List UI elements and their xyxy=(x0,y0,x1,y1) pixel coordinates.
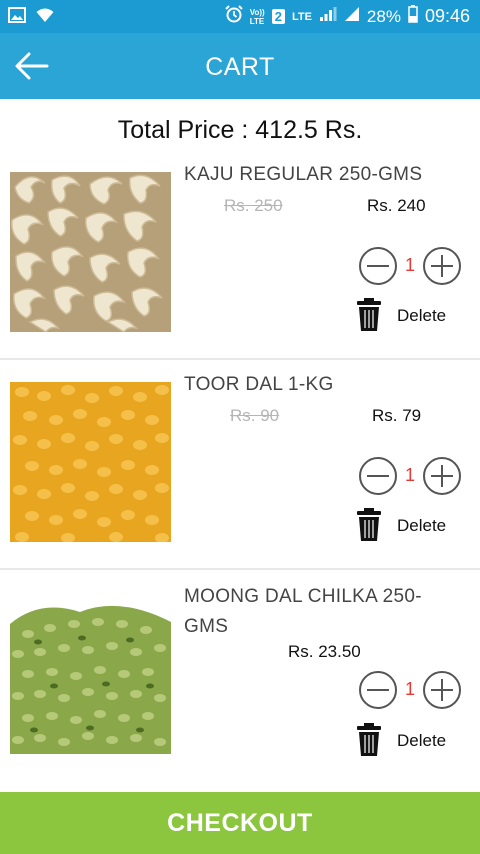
decrease-quantity-button[interactable] xyxy=(358,246,398,286)
product-mrp: Rs. 250 xyxy=(224,196,283,215)
minus-circle-icon xyxy=(359,247,397,285)
wifi-icon xyxy=(36,7,54,28)
gallery-notification-icon xyxy=(8,7,26,28)
app-bar: CART xyxy=(0,33,480,99)
quantity-value: 1 xyxy=(404,679,415,699)
plus-circle-icon xyxy=(423,457,461,495)
lte-label: LTE xyxy=(291,10,312,23)
signal-strength-icon xyxy=(319,6,337,27)
page-title: CART xyxy=(205,53,275,81)
sim-slot-badge: 2 xyxy=(271,9,285,24)
minus-circle-icon xyxy=(359,671,397,709)
battery-percent: 28% xyxy=(366,6,401,26)
delete-button[interactable]: Delete xyxy=(356,723,466,759)
cart-item-moong-dal: MOONG DAL CHILKA 250-GMS Rs. 23.50 1 Del… xyxy=(0,570,480,782)
product-image-moong-dal xyxy=(10,594,171,754)
decrease-quantity-button[interactable] xyxy=(358,456,398,496)
delete-label: Delete xyxy=(397,516,447,535)
trash-icon xyxy=(357,723,381,756)
battery-icon xyxy=(408,5,418,28)
product-price: Rs. 23.50 xyxy=(288,642,361,661)
clock-time: 09:46 xyxy=(424,6,470,26)
minus-circle-icon xyxy=(359,457,397,495)
product-name: KAJU REGULAR 250-GMS xyxy=(184,164,423,185)
plus-circle-icon xyxy=(423,671,461,709)
delete-label: Delete xyxy=(397,306,447,325)
product-mrp: Rs. 90 xyxy=(230,406,280,425)
delete-button[interactable]: Delete xyxy=(356,508,466,544)
delete-label: Delete xyxy=(397,731,447,750)
product-image-toor-dal xyxy=(10,382,171,542)
total-price: Total Price : 412.5 Rs. xyxy=(117,116,363,144)
increase-quantity-button[interactable] xyxy=(422,246,462,286)
volte-indicator: Vo)) LTE xyxy=(249,7,265,26)
product-price: Rs. 240 xyxy=(367,196,426,215)
cart-item-toor-dal: TOOR DAL 1-KG Rs. 90 Rs. 79 1 Delete xyxy=(0,358,480,570)
quantity-value: 1 xyxy=(404,255,415,275)
product-image-cashew xyxy=(10,172,171,332)
quantity-value: 1 xyxy=(404,465,415,485)
status-bar: Vo)) LTE 2 LTE 28% 09:46 xyxy=(0,0,480,33)
trash-icon xyxy=(357,508,381,541)
checkout-button[interactable]: CHECKOUT xyxy=(0,792,480,854)
trash-icon xyxy=(357,298,381,331)
signal-strength-icon-2 xyxy=(344,6,360,27)
plus-circle-icon xyxy=(423,247,461,285)
increase-quantity-button[interactable] xyxy=(422,670,462,710)
product-name: MOONG DAL CHILKA 250-GMS xyxy=(184,586,422,637)
cart-item-kaju: KAJU REGULAR 250-GMS Rs. 250 Rs. 240 1 D… xyxy=(0,148,480,360)
product-price: Rs. 79 xyxy=(372,406,422,425)
delete-button[interactable]: Delete xyxy=(356,298,466,334)
decrease-quantity-button[interactable] xyxy=(358,670,398,710)
product-name: TOOR DAL 1-KG xyxy=(184,374,334,395)
increase-quantity-button[interactable] xyxy=(422,456,462,496)
alarm-icon xyxy=(225,5,243,28)
